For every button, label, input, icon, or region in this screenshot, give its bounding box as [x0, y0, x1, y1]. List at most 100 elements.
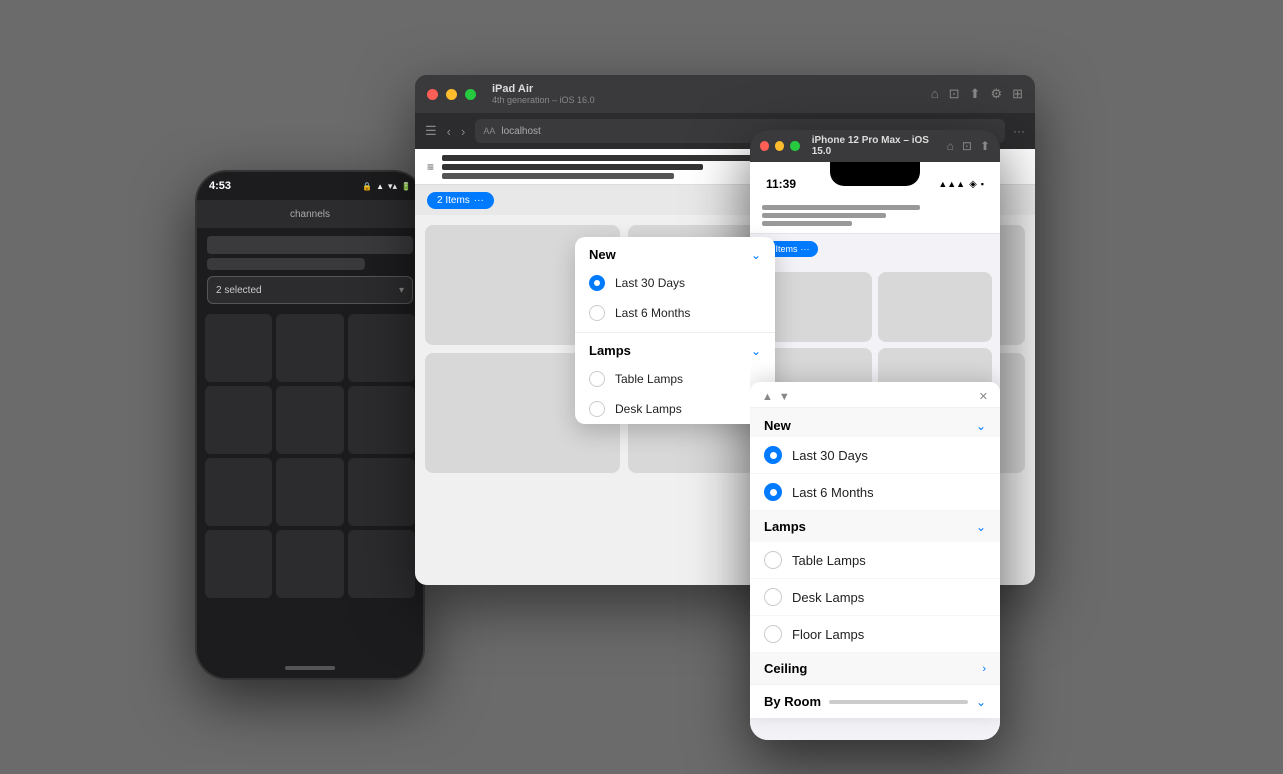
- share-icon[interactable]: ⬆: [970, 86, 981, 102]
- close-icon[interactable]: ✕: [979, 390, 988, 403]
- ipad-popup-last30-label: Last 30 Days: [615, 276, 685, 290]
- ipad-popup-item-table-lamps[interactable]: Table Lamps: [575, 364, 775, 394]
- nav-down-icon[interactable]: ▼: [779, 391, 790, 403]
- minimize-button[interactable]: [446, 89, 457, 100]
- radio-floor-lamps-iphone[interactable]: [764, 625, 782, 643]
- ipad-popup-item-last6m[interactable]: Last 6 Months: [575, 298, 775, 328]
- share-icon[interactable]: ⬆: [980, 139, 990, 153]
- ipad-popup-table-lamps-label: Table Lamps: [615, 372, 683, 386]
- android-grid-item[interactable]: [276, 386, 343, 454]
- home-icon[interactable]: ⌂: [947, 139, 954, 153]
- android-dropdown[interactable]: 2 selected ▾: [207, 276, 413, 304]
- android-sub-bar: [207, 258, 365, 270]
- iphone-popup-last30-label: Last 30 Days: [792, 448, 868, 463]
- iphone-popup-lamps-label: Lamps: [764, 519, 806, 534]
- android-grid-item[interactable]: [205, 386, 272, 454]
- iphone-popup-item-table-lamps[interactable]: Table Lamps: [750, 542, 1000, 579]
- forward-icon[interactable]: ›: [461, 124, 465, 139]
- iphone-time: 11:39: [766, 177, 796, 191]
- signal-icon: ▲▲▲: [938, 179, 965, 189]
- grid-icon[interactable]: ⊞: [1012, 86, 1023, 102]
- chevron-down-icon: ⌄: [751, 344, 761, 358]
- settings-icon[interactable]: ⚙: [990, 86, 1002, 102]
- ipad-subtitle: 4th generation – iOS 16.0: [492, 95, 595, 105]
- ipad-popup-new-label: New: [589, 247, 616, 262]
- android-grid-item[interactable]: [348, 530, 415, 598]
- android-grid-item[interactable]: [205, 530, 272, 598]
- iphone-popup-ceiling-section[interactable]: Ceiling ›: [750, 653, 1000, 684]
- radio-desk-lamps-ipad[interactable]: [589, 401, 605, 417]
- iphone-popup-last6m-label: Last 6 Months: [792, 485, 874, 500]
- chevron-down-icon: ⌄: [976, 419, 986, 433]
- home-icon[interactable]: ⌂: [931, 86, 939, 102]
- iphone-popup-item-desk-lamps[interactable]: Desk Lamps: [750, 579, 1000, 616]
- iphone-content: 3 Items ··· ▲ ▼ ✕: [750, 198, 1000, 740]
- sidebar-toggle-icon[interactable]: ☰: [425, 123, 437, 139]
- iphone-popup-item-last6m[interactable]: Last 6 Months: [750, 474, 1000, 511]
- filter-options-icon: ···: [801, 244, 810, 254]
- android-home-indicator[interactable]: [285, 666, 335, 670]
- chevron-down-icon: ▾: [399, 285, 404, 296]
- iphone-popup-item-floor-lamps[interactable]: Floor Lamps: [750, 616, 1000, 653]
- iphone-filter-popup: ▲ ▼ ✕ New ⌄ Last 30 Days Last 6 Months: [750, 382, 1000, 718]
- iphone-popup-item-last30[interactable]: Last 30 Days: [750, 437, 1000, 474]
- battery-icon: ▪: [981, 179, 984, 189]
- android-grid-item[interactable]: [205, 458, 272, 526]
- battery-icon: 🔋: [401, 182, 411, 191]
- signal-icon: ▲: [376, 182, 384, 191]
- ipad-popup-last6m-label: Last 6 Months: [615, 306, 690, 320]
- iphone-popup-byroom-section[interactable]: By Room ⌄: [750, 684, 1000, 718]
- iphone-window: iPhone 12 Pro Max – iOS 15.0 ⌂ ⊡ ⬆ 11:39…: [750, 130, 1000, 740]
- ipad-popup-item-desk-lamps[interactable]: Desk Lamps: [575, 394, 775, 424]
- iphone-nav-bar: [750, 198, 1000, 234]
- maximize-button[interactable]: [465, 89, 476, 100]
- wifi-icon: ◈: [969, 179, 977, 190]
- minimize-button[interactable]: [775, 141, 784, 151]
- back-icon[interactable]: ‹: [447, 124, 451, 139]
- lock-icon: 🔒: [362, 182, 372, 191]
- hamburger-icon[interactable]: ≡: [427, 160, 434, 174]
- radio-table-lamps-iphone[interactable]: [764, 551, 782, 569]
- android-status-icons: 🔒 ▲ ▾▴ 🔋: [362, 181, 411, 192]
- nav-up-icon[interactable]: ▲: [762, 391, 773, 403]
- iphone-grid-item[interactable]: [758, 272, 872, 342]
- ipad-popup-item-last30[interactable]: Last 30 Days: [575, 268, 775, 298]
- iphone-popup-new-section: New ⌄: [750, 408, 1000, 437]
- android-grid-item[interactable]: [348, 314, 415, 382]
- radio-last30-iphone[interactable]: [764, 446, 782, 464]
- android-grid-item[interactable]: [276, 458, 343, 526]
- android-grid-item[interactable]: [205, 314, 272, 382]
- android-grid-item[interactable]: [276, 314, 343, 382]
- android-search-bar[interactable]: [207, 236, 413, 254]
- ipad-filter-pill[interactable]: 2 Items ···: [427, 192, 494, 209]
- radio-last30-ipad[interactable]: [589, 275, 605, 291]
- camera-icon[interactable]: ⊡: [962, 139, 972, 153]
- more-options-icon[interactable]: ···: [1013, 124, 1025, 138]
- iphone-popup-ceiling-label: Ceiling: [764, 661, 807, 676]
- android-grid-item[interactable]: [276, 530, 343, 598]
- android-grid: [197, 310, 423, 602]
- android-app-title: channels: [290, 209, 330, 220]
- iphone-notch: [830, 162, 920, 186]
- radio-last6m-iphone[interactable]: [764, 483, 782, 501]
- android-grid-item[interactable]: [348, 386, 415, 454]
- android-grid-item[interactable]: [348, 458, 415, 526]
- iphone-grid-item[interactable]: [878, 272, 992, 342]
- chevron-down-icon: ⌄: [976, 695, 986, 709]
- close-button[interactable]: [427, 89, 438, 100]
- iphone-popup-floor-lamps-label: Floor Lamps: [792, 627, 864, 642]
- close-button[interactable]: [760, 141, 769, 151]
- ipad-titlebar: iPad Air 4th generation – iOS 16.0 ⌂ ⊡ ⬆…: [415, 75, 1035, 113]
- iphone-title: iPhone 12 Pro Max – iOS 15.0: [812, 135, 941, 157]
- radio-desk-lamps-iphone[interactable]: [764, 588, 782, 606]
- iphone-popup-table-lamps-label: Table Lamps: [792, 553, 866, 568]
- maximize-button[interactable]: [790, 141, 799, 151]
- iphone-popup-new-label: New: [764, 418, 791, 433]
- android-dropdown-text: 2 selected: [216, 285, 262, 296]
- radio-table-lamps-ipad[interactable]: [589, 371, 605, 387]
- camera-icon[interactable]: ⊡: [949, 86, 960, 102]
- radio-last6m-ipad[interactable]: [589, 305, 605, 321]
- android-time: 4:53: [209, 180, 231, 192]
- chevron-down-icon: ⌄: [751, 248, 761, 262]
- filter-dropdown-icon: ···: [474, 195, 484, 206]
